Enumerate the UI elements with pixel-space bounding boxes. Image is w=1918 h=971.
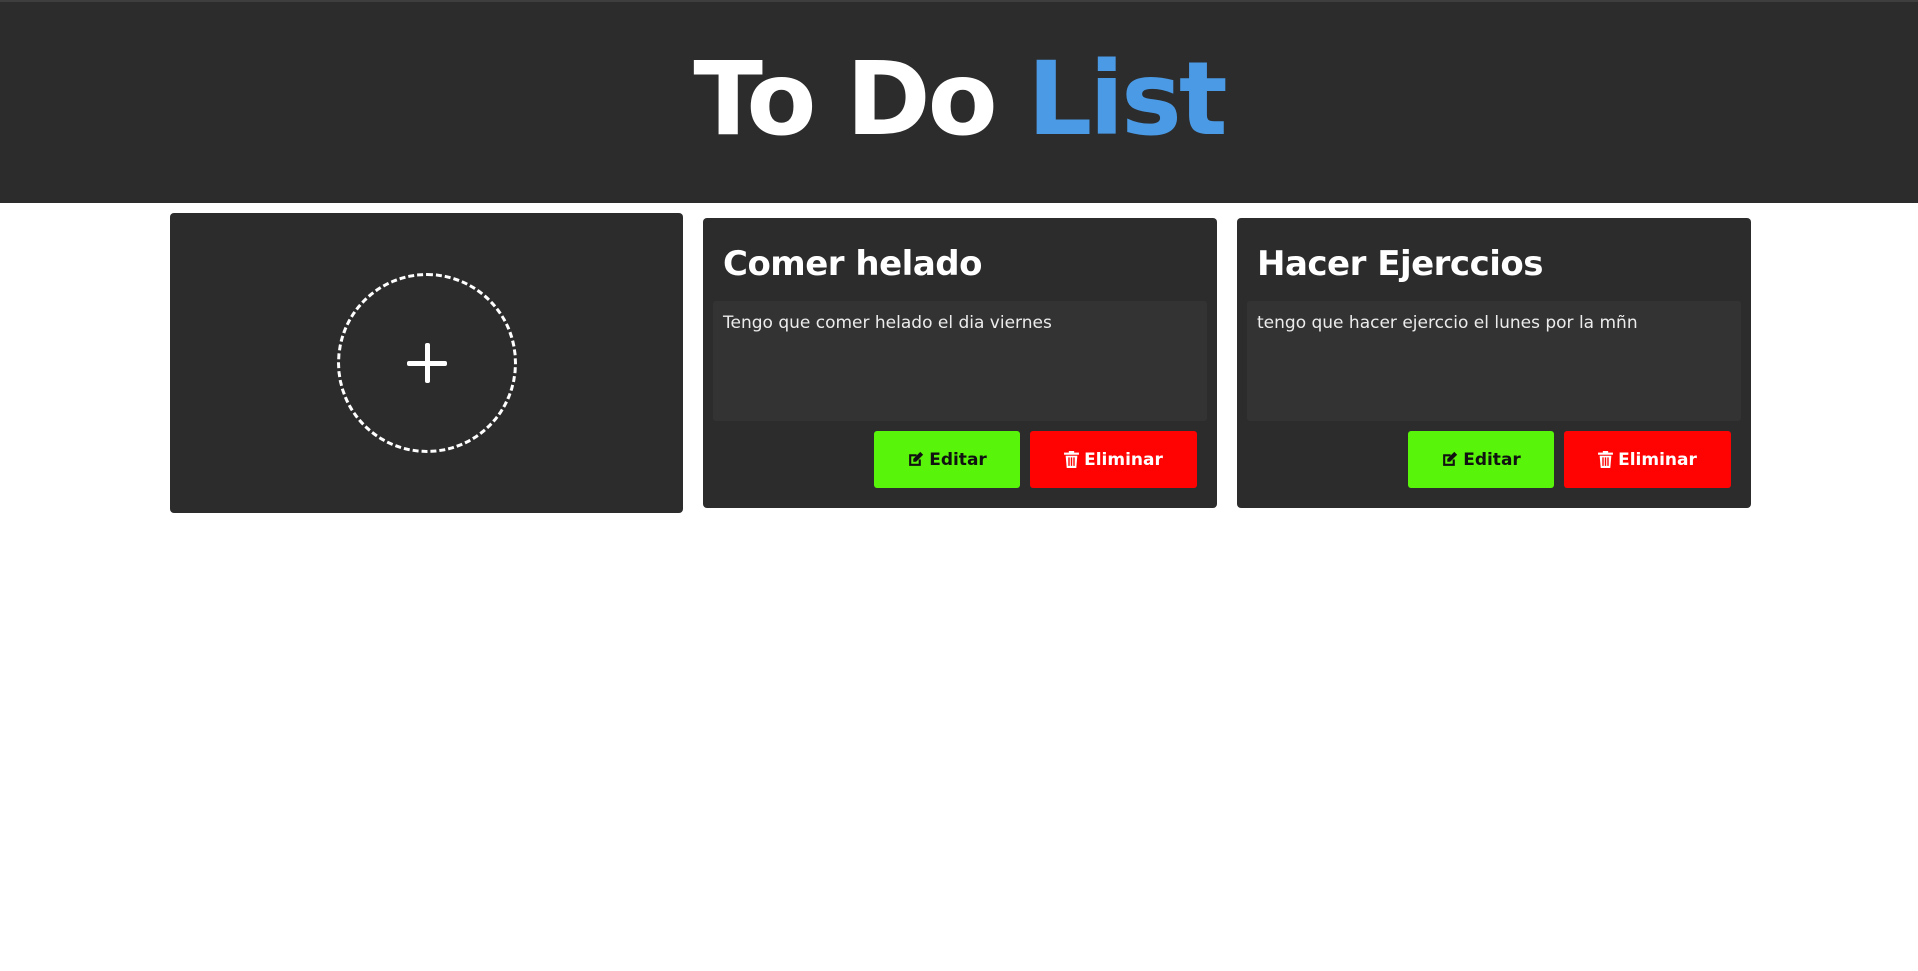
task-card: Comer helado Tengo que comer helado el d… — [703, 218, 1217, 508]
delete-button[interactable]: Eliminar — [1564, 431, 1731, 488]
edit-icon — [909, 451, 924, 466]
task-title: Hacer Ejerccios — [1257, 244, 1543, 284]
trash-icon — [1598, 451, 1614, 468]
edit-button[interactable]: Editar — [1408, 431, 1554, 488]
title-main: To Do — [693, 40, 1028, 159]
edit-button-label: Editar — [1463, 449, 1521, 470]
trash-icon — [1064, 451, 1080, 468]
edit-button[interactable]: Editar — [874, 431, 1020, 488]
add-task-card[interactable] — [170, 213, 683, 513]
task-description: Tengo que comer helado el dia viernes — [713, 301, 1207, 421]
delete-button-label: Eliminar — [1084, 449, 1163, 470]
page-header: To Do List — [0, 0, 1918, 203]
task-card: Hacer Ejerccios tengo que hacer ejerccio… — [1237, 218, 1751, 508]
edit-button-label: Editar — [929, 449, 987, 470]
edit-icon — [1443, 451, 1458, 466]
page-title: To Do List — [693, 40, 1227, 159]
task-description: tengo que hacer ejerccio el lunes por la… — [1247, 301, 1741, 421]
delete-button-label: Eliminar — [1618, 449, 1697, 470]
delete-button[interactable]: Eliminar — [1030, 431, 1197, 488]
add-task-button[interactable] — [337, 273, 517, 453]
task-title: Comer helado — [723, 244, 982, 284]
plus-icon — [407, 343, 447, 383]
title-accent: List — [1027, 40, 1227, 159]
